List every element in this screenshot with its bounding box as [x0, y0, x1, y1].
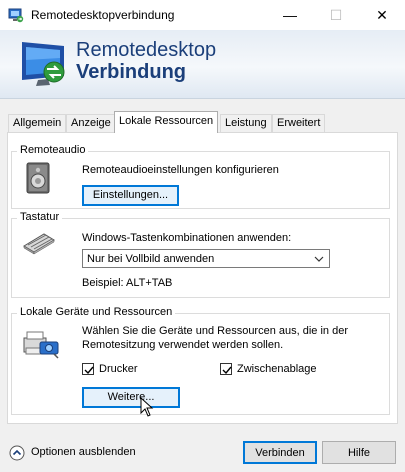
remote-desktop-app-icon — [8, 8, 24, 23]
tab-lokale-ressourcen[interactable]: Lokale Ressourcen — [114, 111, 219, 133]
keyboard-label: Windows-Tastenkombinationen anwenden: — [82, 232, 292, 244]
keyboard-example: Beispiel: ALT+TAB — [82, 277, 173, 289]
remoteaudio-description: Remoteaudioeinstellungen konfigurieren — [82, 164, 279, 176]
keyboard-group: Tastatur Windows-Tastenkombinationen anw… — [11, 211, 390, 298]
printers-checkbox[interactable] — [82, 363, 94, 375]
local-devices-description-2: Remotesitzung verwendet werden sollen. — [82, 339, 284, 351]
keyboard-combination-select[interactable]: Nur bei Vollbild anwenden — [82, 249, 330, 268]
remoteaudio-group: Remoteaudio Remoteaudioeinstellungen kon… — [11, 144, 390, 209]
mouse-cursor-icon — [140, 397, 154, 417]
hide-options-label: Optionen ausblenden — [31, 446, 136, 458]
local-devices-group-title: Lokale Geräte und Ressourcen — [17, 306, 176, 318]
chevron-down-icon — [314, 250, 324, 274]
tab-erweitert[interactable]: Erweitert — [272, 114, 326, 133]
tab-panel: Remoteaudio Remoteaudioeinstellungen kon… — [7, 132, 398, 424]
close-button[interactable]: ✕ — [359, 0, 405, 30]
local-devices-group: Lokale Geräte und Ressourcen Wählen Sie … — [11, 306, 390, 417]
tab-allgemein[interactable]: Allgemein — [8, 114, 67, 133]
check-icon — [222, 366, 232, 375]
window-title: Remotedesktopverbindung — [31, 8, 175, 22]
minimize-icon: — — [283, 7, 297, 23]
printers-label: Drucker — [99, 363, 138, 375]
keyboard-select-value: Nur bei Vollbild anwenden — [87, 253, 215, 265]
connect-button[interactable]: Verbinden — [243, 441, 317, 464]
clipboard-label: Zwischenablage — [237, 363, 317, 375]
audio-settings-button[interactable]: Einstellungen... — [82, 185, 179, 206]
title-bar: Remotedesktopverbindung — ☐ ✕ — [0, 0, 405, 30]
tab-anzeige[interactable]: Anzeige — [66, 114, 116, 133]
keyboard-icon — [23, 233, 55, 255]
help-button[interactable]: Hilfe — [322, 441, 396, 464]
remote-desktop-monitor-icon — [22, 42, 65, 86]
keyboard-group-title: Tastatur — [17, 211, 63, 223]
banner-title-line2: Verbindung — [76, 61, 186, 83]
remoteaudio-group-title: Remoteaudio — [17, 144, 89, 156]
tab-leistung[interactable]: Leistung — [220, 114, 272, 133]
maximize-icon: ☐ — [329, 6, 343, 23]
minimize-button[interactable]: — — [267, 0, 313, 30]
more-devices-button[interactable]: Weitere... — [82, 387, 180, 408]
clipboard-checkbox[interactable] — [220, 363, 232, 375]
check-icon — [84, 366, 94, 375]
devices-icon — [23, 331, 59, 359]
banner-title-line1: Remotedesktop — [76, 39, 217, 61]
local-devices-description-1: Wählen Sie die Geräte und Ressourcen aus… — [82, 325, 348, 337]
chevron-up-circle-icon — [9, 445, 25, 461]
header-banner: Remotedesktop Verbindung — [0, 30, 405, 99]
close-icon: ✕ — [376, 6, 388, 23]
maximize-button: ☐ — [313, 0, 359, 30]
speaker-icon — [26, 162, 50, 194]
